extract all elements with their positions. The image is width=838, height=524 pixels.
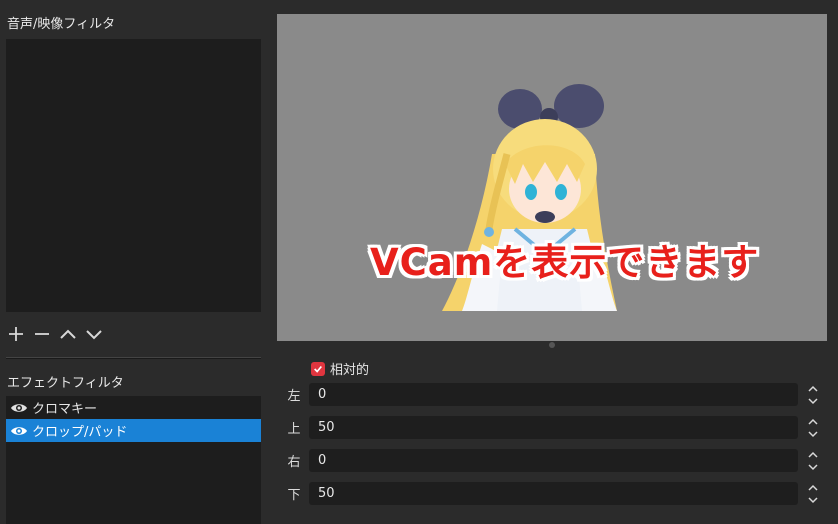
add-filter-button[interactable]	[6, 323, 26, 345]
chevron-up-icon	[808, 451, 818, 458]
avatar-character-image	[442, 84, 617, 311]
crop-right-input[interactable]: 0	[309, 449, 798, 472]
move-down-button[interactable]	[84, 323, 104, 345]
filter-item-label: クロップ/パッド	[32, 425, 128, 440]
chevron-down-icon	[808, 463, 818, 470]
chevron-down-icon	[808, 430, 818, 437]
effect-filter-list: クロマキー クロップ/パッド	[6, 396, 261, 524]
increment-button[interactable]	[805, 415, 821, 427]
checkbox-checked-icon[interactable]	[311, 361, 325, 376]
crop-bottom-row: 下 50	[286, 481, 821, 506]
crop-right-row: 右 0	[286, 448, 821, 473]
increment-button[interactable]	[805, 382, 821, 394]
preview-caption-text: VCamを表示できます	[370, 241, 760, 284]
eye-icon[interactable]	[10, 401, 28, 415]
chevron-up-icon	[60, 329, 76, 339]
decrement-button[interactable]	[805, 461, 821, 473]
crop-left-input[interactable]: 0	[309, 383, 798, 406]
panel-splitter[interactable]	[6, 357, 261, 359]
crop-right-label: 右	[287, 455, 301, 470]
increment-button[interactable]	[805, 448, 821, 460]
filter-item-label: クロマキー	[32, 402, 98, 417]
crop-top-stepper	[805, 415, 821, 440]
crop-top-row: 上 50	[286, 415, 821, 440]
preview-canvas	[277, 14, 827, 341]
chevron-up-icon	[808, 385, 818, 392]
crop-bottom-input[interactable]: 50	[309, 482, 798, 505]
plus-icon	[9, 327, 23, 341]
audio-video-filters-label: 音声/映像フィルタ	[7, 17, 116, 32]
chevron-up-icon	[808, 484, 818, 491]
move-up-button[interactable]	[58, 323, 78, 345]
crop-left-label: 左	[287, 389, 301, 404]
chevron-up-icon	[808, 418, 818, 425]
chevron-down-icon	[808, 397, 818, 404]
decrement-button[interactable]	[805, 428, 821, 440]
crop-bottom-stepper	[805, 481, 821, 506]
remove-filter-button[interactable]	[32, 323, 52, 345]
crop-top-label: 上	[287, 422, 301, 437]
minus-icon	[35, 333, 49, 335]
crop-left-row: 左 0	[286, 382, 821, 407]
crop-top-input[interactable]: 50	[309, 416, 798, 439]
increment-button[interactable]	[805, 481, 821, 493]
relative-checkbox[interactable]: 相対的	[311, 359, 369, 378]
audio-video-filter-list[interactable]	[6, 39, 261, 312]
crop-left-stepper	[805, 382, 821, 407]
eye-icon[interactable]	[10, 424, 28, 438]
filter-item-chroma-key[interactable]: クロマキー	[6, 396, 261, 419]
relative-checkbox-label: 相対的	[330, 363, 370, 378]
filter-item-crop-pad[interactable]: クロップ/パッド	[6, 419, 261, 442]
filter-toolbar	[6, 322, 116, 346]
preview-resize-handle[interactable]	[549, 342, 555, 348]
effect-filters-label: エフェクトフィルタ	[7, 376, 124, 391]
crop-right-stepper	[805, 448, 821, 473]
decrement-button[interactable]	[805, 494, 821, 506]
chevron-down-icon	[808, 496, 818, 503]
crop-bottom-label: 下	[287, 488, 301, 503]
decrement-button[interactable]	[805, 395, 821, 407]
chevron-down-icon	[86, 330, 102, 340]
